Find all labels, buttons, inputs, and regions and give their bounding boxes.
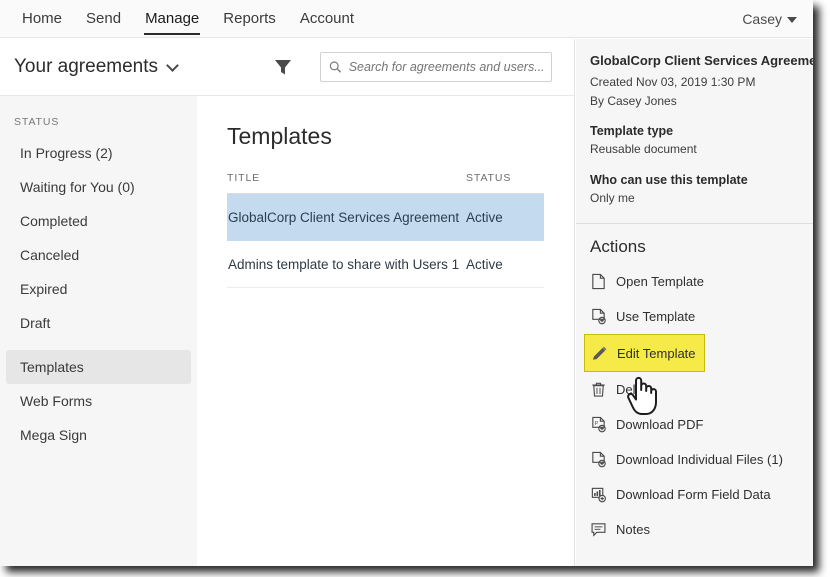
sidebar-item-canceled[interactable]: Canceled bbox=[6, 238, 191, 272]
search-input-container[interactable] bbox=[320, 52, 552, 82]
action-delete[interactable]: Delete bbox=[576, 372, 813, 407]
nav-item-send[interactable]: Send bbox=[74, 0, 133, 38]
chevron-down-icon bbox=[166, 59, 179, 72]
top-navigation-bar: Home Send Manage Reports Account Casey bbox=[0, 0, 813, 38]
sidebar-item-draft[interactable]: Draft bbox=[6, 306, 191, 340]
row-status: Active bbox=[466, 257, 544, 272]
agreements-dropdown[interactable]: Your agreements bbox=[0, 39, 197, 96]
action-download-pdf[interactable]: P Download PDF bbox=[576, 407, 813, 442]
detail-template-type-value: Reusable document bbox=[590, 140, 799, 159]
pencil-icon bbox=[591, 345, 608, 362]
action-edit-template[interactable]: Edit Template bbox=[584, 334, 705, 372]
comment-icon bbox=[590, 521, 607, 538]
sidebar-spacer bbox=[0, 340, 197, 350]
action-label: Open Template bbox=[616, 274, 704, 289]
action-label: Download Individual Files (1) bbox=[616, 452, 783, 467]
action-download-individual-files[interactable]: Download Individual Files (1) bbox=[576, 442, 813, 477]
detail-document-title: GlobalCorp Client Services Agreement bbox=[590, 53, 799, 68]
sidebar-item-in-progress[interactable]: In Progress (2) bbox=[6, 136, 191, 170]
row-title: Admins template to share with Users 1 bbox=[227, 257, 466, 272]
table-row[interactable]: GlobalCorp Client Services Agreement Act… bbox=[227, 194, 544, 241]
action-label: Notes bbox=[616, 522, 650, 537]
sidebar-item-expired[interactable]: Expired bbox=[6, 272, 191, 306]
nav-item-account[interactable]: Account bbox=[288, 0, 366, 38]
action-label: Delete bbox=[616, 382, 654, 397]
trash-icon bbox=[590, 381, 607, 398]
row-status: Active bbox=[466, 210, 544, 225]
file-download-icon bbox=[590, 451, 607, 468]
action-open-template[interactable]: Open Template bbox=[576, 264, 813, 299]
action-label: Download PDF bbox=[616, 417, 703, 432]
search-input[interactable] bbox=[349, 60, 543, 74]
user-menu-label: Casey bbox=[742, 11, 782, 27]
sidebar-item-web-forms[interactable]: Web Forms bbox=[6, 384, 191, 418]
detail-author: By Casey Jones bbox=[590, 92, 799, 111]
detail-who-can-use-label: Who can use this template bbox=[590, 173, 799, 187]
sidebar-item-mega-sign[interactable]: Mega Sign bbox=[6, 418, 191, 452]
funnel-icon[interactable] bbox=[273, 57, 293, 77]
action-notes[interactable]: Notes bbox=[576, 512, 813, 547]
main-content-panel: Templates TITLE STATUS GlobalCorp Client… bbox=[197, 39, 575, 566]
pdf-download-icon: P bbox=[590, 416, 607, 433]
application-window: Home Send Manage Reports Account Casey Y… bbox=[0, 0, 813, 566]
column-header-status: STATUS bbox=[466, 172, 544, 184]
nav-items: Home Send Manage Reports Account bbox=[10, 0, 366, 38]
table-header-row: TITLE STATUS bbox=[227, 172, 544, 194]
action-label: Edit Template bbox=[617, 346, 696, 361]
detail-who-can-use-value: Only me bbox=[590, 189, 799, 208]
detail-created-date: Created Nov 03, 2019 1:30 PM bbox=[590, 73, 799, 92]
search-icon bbox=[329, 60, 342, 74]
action-download-form-field-data[interactable]: Download Form Field Data bbox=[576, 477, 813, 512]
svg-text:P: P bbox=[595, 421, 599, 427]
status-section-label: STATUS bbox=[0, 110, 197, 136]
details-panel: GlobalCorp Client Services Agreement Cre… bbox=[576, 39, 813, 566]
page-title: Templates bbox=[197, 96, 574, 150]
left-sidebar: Your agreements STATUS In Progress (2) W… bbox=[0, 39, 197, 566]
details-summary: GlobalCorp Client Services Agreement Cre… bbox=[576, 39, 813, 207]
action-use-template[interactable]: Use Template bbox=[576, 299, 813, 334]
sidebar-title: Your agreements bbox=[14, 56, 158, 78]
document-plus-icon bbox=[590, 308, 607, 325]
action-label: Use Template bbox=[616, 309, 695, 324]
sidebar-item-completed[interactable]: Completed bbox=[6, 204, 191, 238]
content-toolbar bbox=[197, 39, 574, 96]
actions-heading: Actions bbox=[576, 224, 813, 264]
sidebar-item-templates[interactable]: Templates bbox=[6, 350, 191, 384]
row-title: GlobalCorp Client Services Agreement bbox=[227, 210, 466, 225]
action-label: Download Form Field Data bbox=[616, 487, 771, 502]
column-header-title: TITLE bbox=[227, 172, 466, 184]
chart-download-icon bbox=[590, 486, 607, 503]
sidebar-body: STATUS In Progress (2) Waiting for You (… bbox=[0, 96, 197, 566]
detail-template-type-label: Template type bbox=[590, 124, 799, 138]
document-icon bbox=[590, 273, 607, 290]
nav-item-reports[interactable]: Reports bbox=[211, 0, 288, 38]
user-menu-button[interactable]: Casey bbox=[742, 0, 797, 38]
table-row[interactable]: Admins template to share with Users 1 Ac… bbox=[227, 241, 544, 288]
nav-item-manage[interactable]: Manage bbox=[133, 0, 211, 38]
chevron-down-icon bbox=[787, 17, 797, 23]
templates-table: TITLE STATUS GlobalCorp Client Services … bbox=[227, 172, 544, 288]
nav-item-home[interactable]: Home bbox=[10, 0, 74, 38]
sidebar-item-waiting-for-you[interactable]: Waiting for You (0) bbox=[6, 170, 191, 204]
